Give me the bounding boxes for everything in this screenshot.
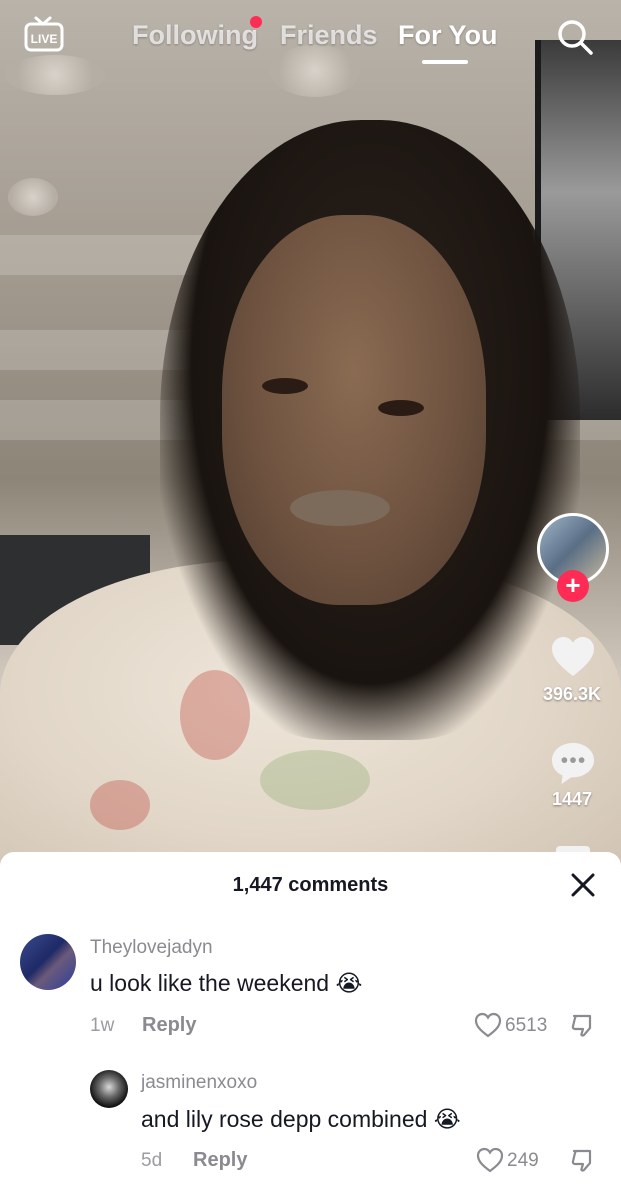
heart-outline-icon[interactable] [474,1012,502,1038]
avatar[interactable] [90,1070,128,1108]
close-icon[interactable] [570,872,596,898]
crying-emoji: 😭 [433,1107,461,1133]
mouth [290,490,390,526]
comments-count-title: 1,447 comments [232,874,389,896]
comment-text: and lily rose depp combined 😭 [141,1106,461,1133]
comment-body: and lily rose depp combined [141,1106,428,1132]
comments-sheet: 1,447 comments Theylovejadyn u look like… [0,852,621,1200]
avatar[interactable] [20,934,76,990]
tab-following[interactable]: Following [132,20,258,51]
smoke-detector [8,178,58,216]
heart-icon[interactable] [550,636,596,678]
heart-outline-icon[interactable] [476,1147,504,1173]
comment-username[interactable]: Theylovejadyn [90,937,213,959]
notification-dot [250,16,262,28]
comment-age: 1w [90,1015,115,1036]
comment-bubble-icon[interactable] [549,741,597,785]
comment-like-count: 6513 [505,1015,548,1036]
tab-friends[interactable]: Friends [280,20,378,51]
crying-emoji: 😭 [335,971,363,997]
person-face [222,215,486,605]
comment-like-count: 249 [507,1150,539,1171]
follow-plus-icon[interactable]: + [557,570,589,602]
eye [378,400,424,416]
active-tab-indicator [422,60,468,64]
top-nav: LIVE Following Friends For You [0,0,621,80]
video-player[interactable] [0,0,621,870]
like-count: 396.3K [542,684,602,704]
comment-body: u look like the weekend [90,970,330,996]
eye [262,378,308,394]
live-tv-icon[interactable]: LIVE [24,16,64,52]
creator-avatar[interactable]: + [537,513,609,602]
reply-button[interactable]: Reply [193,1149,247,1172]
reply-button[interactable]: Reply [142,1014,196,1037]
tab-for-you[interactable]: For You [398,20,498,51]
dislike-icon[interactable] [570,1013,596,1039]
live-label: LIVE [31,32,58,46]
search-icon[interactable] [556,18,594,56]
comment-username[interactable]: jasminenxoxo [141,1072,257,1094]
comment-text: u look like the weekend 😭 [90,970,362,997]
dislike-icon[interactable] [570,1148,596,1174]
comment-count: 1447 [551,789,593,809]
comment-age: 5d [141,1150,163,1171]
